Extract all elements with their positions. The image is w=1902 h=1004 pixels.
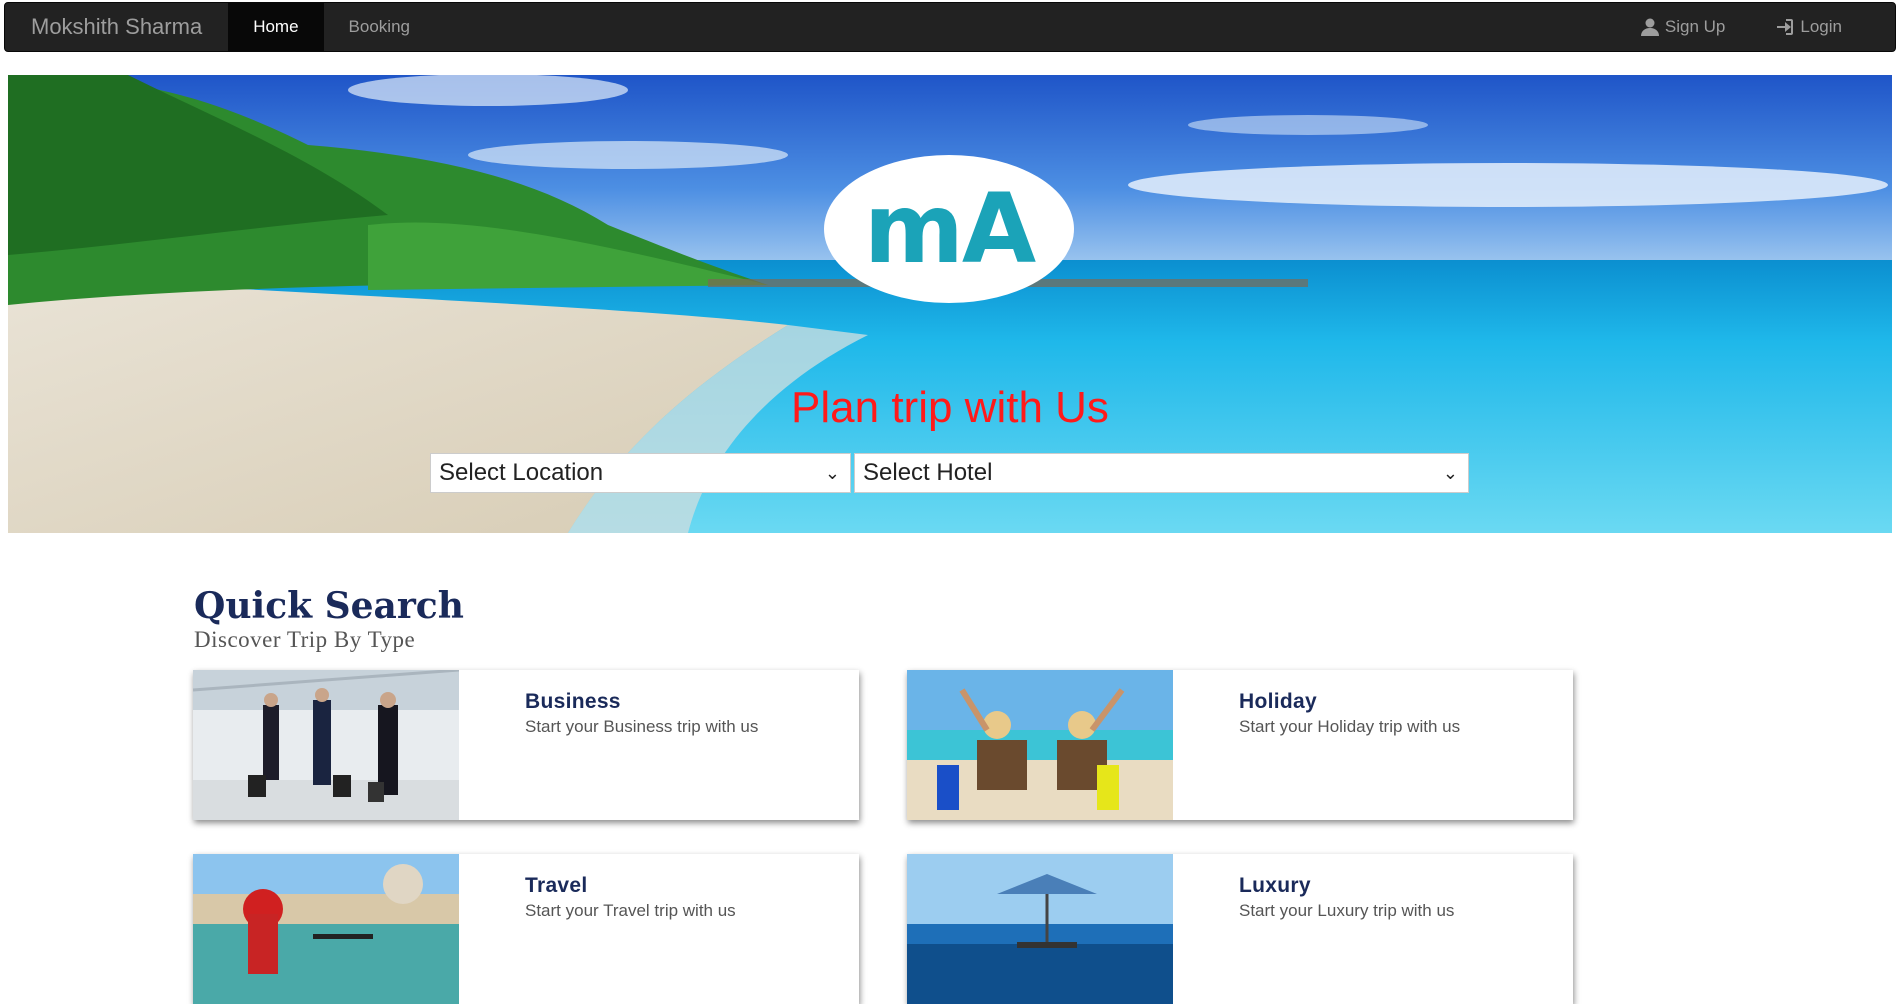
card-description: Start your Luxury trip with us (1239, 901, 1455, 920)
card-body: Travel Start your Travel trip with us (459, 854, 736, 1004)
travel-image (193, 854, 459, 1004)
business-image (193, 670, 459, 820)
card-title: Holiday (1239, 690, 1317, 713)
top-navbar: Mokshith Sharma Home Booking Sign Up Log… (4, 2, 1896, 52)
card-body: Luxury Start your Luxury trip with us (1173, 854, 1454, 1004)
signup-link[interactable]: Sign Up (1615, 3, 1750, 51)
card-holiday[interactable]: Holiday Start your Holiday trip with us (907, 670, 1573, 820)
hotel-select[interactable]: Select Hotel ⌄ (854, 453, 1469, 493)
brand-link[interactable]: Mokshith Sharma (5, 3, 228, 51)
signup-label: Sign Up (1664, 17, 1726, 36)
nav-right: Sign Up Login (1615, 3, 1895, 51)
holiday-image (907, 670, 1173, 820)
chevron-down-icon: ⌄ (1442, 462, 1458, 483)
card-business[interactable]: Business Start your Business trip with u… (193, 670, 859, 820)
card-luxury[interactable]: Luxury Start your Luxury trip with us (907, 854, 1573, 1004)
card-travel[interactable]: Travel Start your Travel trip with us (193, 854, 859, 1004)
card-body: Business Start your Business trip with u… (459, 670, 758, 820)
login-link[interactable]: Login (1750, 3, 1867, 51)
hero-banner: mA Plan trip with Us Select Location ⌄ S… (8, 75, 1892, 533)
location-select-value: Select Location (439, 459, 604, 486)
quick-search-title: Quick Search (194, 585, 464, 627)
chevron-down-icon: ⌄ (824, 462, 840, 483)
logo-text: mA (863, 173, 1036, 285)
user-icon (1640, 18, 1659, 36)
card-description: Start your Travel trip with us (525, 901, 736, 920)
nav-home[interactable]: Home (228, 3, 324, 51)
login-label: Login (1800, 17, 1842, 36)
logo-badge: mA (824, 155, 1074, 303)
card-description: Start your Business trip with us (525, 717, 759, 736)
hotel-select-value: Select Hotel (863, 459, 993, 486)
login-icon (1777, 19, 1794, 35)
card-title: Business (525, 690, 621, 713)
nav-booking[interactable]: Booking (324, 3, 435, 51)
card-body: Holiday Start your Holiday trip with us (1173, 670, 1460, 820)
location-select[interactable]: Select Location ⌄ (430, 453, 851, 493)
hero-title: Plan trip with Us (791, 383, 1109, 432)
luxury-image (907, 854, 1173, 1004)
card-description: Start your Holiday trip with us (1239, 717, 1461, 736)
quick-search-subtitle: Discover Trip By Type (194, 627, 416, 652)
card-title: Luxury (1239, 874, 1311, 897)
card-title: Travel (525, 874, 588, 897)
